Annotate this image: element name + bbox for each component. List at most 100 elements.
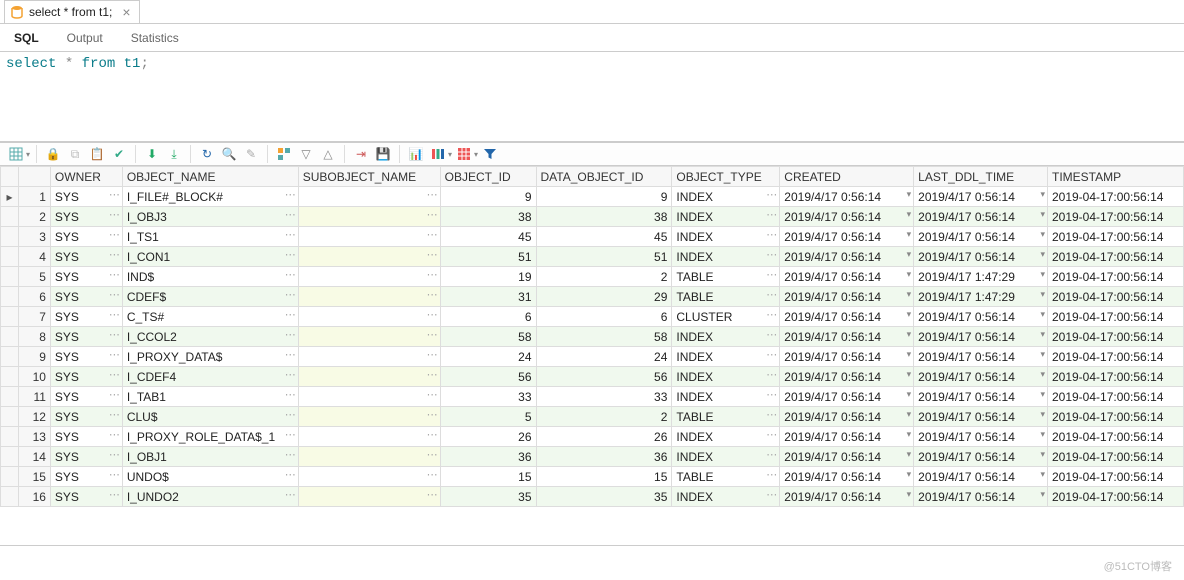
row-marker[interactable] bbox=[1, 467, 19, 487]
cell-object-type[interactable]: INDEX bbox=[672, 387, 780, 407]
table-row[interactable]: 16SYSI_UNDO23535INDEX2019/4/17 0:56:1420… bbox=[1, 487, 1184, 507]
cell-last-ddl-time[interactable]: 2019/4/17 0:56:14 bbox=[914, 247, 1048, 267]
cell-object-id[interactable]: 5 bbox=[440, 407, 536, 427]
save-icon[interactable]: 💾 bbox=[373, 144, 393, 164]
cell-data-object-id[interactable]: 24 bbox=[536, 347, 672, 367]
cell-subobject-name[interactable] bbox=[298, 467, 440, 487]
cell-object-name[interactable]: I_TS1 bbox=[122, 227, 298, 247]
lock-icon[interactable]: 🔒 bbox=[43, 144, 63, 164]
cell-subobject-name[interactable] bbox=[298, 387, 440, 407]
tab-statistics[interactable]: Statistics bbox=[117, 24, 193, 52]
table-row[interactable]: 7SYSC_TS#66CLUSTER2019/4/17 0:56:142019/… bbox=[1, 307, 1184, 327]
table-row[interactable]: 14SYSI_OBJ13636INDEX2019/4/17 0:56:14201… bbox=[1, 447, 1184, 467]
cell-timestamp[interactable]: 2019-04-17:00:56:14 bbox=[1047, 307, 1183, 327]
row-marker[interactable] bbox=[1, 427, 19, 447]
cell-created[interactable]: 2019/4/17 0:56:14 bbox=[780, 367, 914, 387]
cell-last-ddl-time[interactable]: 2019/4/17 0:56:14 bbox=[914, 407, 1048, 427]
col-rownum[interactable] bbox=[18, 167, 50, 187]
cell-created[interactable]: 2019/4/17 0:56:14 bbox=[780, 327, 914, 347]
paste-icon[interactable]: 📋 bbox=[87, 144, 107, 164]
cell-owner[interactable]: SYS bbox=[50, 207, 122, 227]
row-marker[interactable]: ▸ bbox=[1, 187, 19, 207]
table-row[interactable]: 12SYSCLU$52TABLE2019/4/17 0:56:142019/4/… bbox=[1, 407, 1184, 427]
columns-icon[interactable] bbox=[428, 144, 448, 164]
cell-data-object-id[interactable]: 6 bbox=[536, 307, 672, 327]
find-icon[interactable]: 🔍 bbox=[219, 144, 239, 164]
row-marker[interactable] bbox=[1, 307, 19, 327]
cell-object-id[interactable]: 45 bbox=[440, 227, 536, 247]
cell-data-object-id[interactable]: 26 bbox=[536, 427, 672, 447]
col-object-id[interactable]: OBJECT_ID bbox=[440, 167, 536, 187]
cell-created[interactable]: 2019/4/17 0:56:14 bbox=[780, 247, 914, 267]
results-grid-wrap[interactable]: OWNER OBJECT_NAME SUBOBJECT_NAME OBJECT_… bbox=[0, 166, 1184, 546]
grid-options-icon[interactable] bbox=[6, 144, 26, 164]
cell-owner[interactable]: SYS bbox=[50, 287, 122, 307]
cell-created[interactable]: 2019/4/17 0:56:14 bbox=[780, 407, 914, 427]
table-row[interactable]: 6SYSCDEF$3129TABLE2019/4/17 0:56:142019/… bbox=[1, 287, 1184, 307]
cell-last-ddl-time[interactable]: 2019/4/17 0:56:14 bbox=[914, 447, 1048, 467]
export-icon[interactable]: ⇥ bbox=[351, 144, 371, 164]
cell-last-ddl-time[interactable]: 2019/4/17 0:56:14 bbox=[914, 227, 1048, 247]
table-row[interactable]: 4SYSI_CON15151INDEX2019/4/17 0:56:142019… bbox=[1, 247, 1184, 267]
sql-editor[interactable]: select * from t1; bbox=[0, 52, 1184, 142]
cell-created[interactable]: 2019/4/17 0:56:14 bbox=[780, 387, 914, 407]
cell-last-ddl-time[interactable]: 2019/4/17 0:56:14 bbox=[914, 307, 1048, 327]
table-row[interactable]: 5SYSIND$192TABLE2019/4/17 0:56:142019/4/… bbox=[1, 267, 1184, 287]
cell-data-object-id[interactable]: 45 bbox=[536, 227, 672, 247]
col-last-ddl-time[interactable]: LAST_DDL_TIME bbox=[914, 167, 1048, 187]
row-marker[interactable] bbox=[1, 487, 19, 507]
cell-last-ddl-time[interactable]: 2019/4/17 0:56:14 bbox=[914, 467, 1048, 487]
table-row[interactable]: 2SYSI_OBJ33838INDEX2019/4/17 0:56:142019… bbox=[1, 207, 1184, 227]
cell-object-type[interactable]: INDEX bbox=[672, 427, 780, 447]
cell-subobject-name[interactable] bbox=[298, 347, 440, 367]
edit-icon[interactable]: ✎ bbox=[241, 144, 261, 164]
cell-data-object-id[interactable]: 36 bbox=[536, 447, 672, 467]
cell-object-id[interactable]: 35 bbox=[440, 487, 536, 507]
cell-last-ddl-time[interactable]: 2019/4/17 0:56:14 bbox=[914, 187, 1048, 207]
row-marker[interactable] bbox=[1, 287, 19, 307]
cell-owner[interactable]: SYS bbox=[50, 347, 122, 367]
editor-tab[interactable]: select * from t1; × bbox=[4, 0, 140, 23]
chart-icon[interactable]: 📊 bbox=[406, 144, 426, 164]
row-marker[interactable] bbox=[1, 207, 19, 227]
cell-subobject-name[interactable] bbox=[298, 367, 440, 387]
row-marker[interactable] bbox=[1, 367, 19, 387]
cell-owner[interactable]: SYS bbox=[50, 327, 122, 347]
query-builder-icon[interactable] bbox=[274, 144, 294, 164]
cell-owner[interactable]: SYS bbox=[50, 427, 122, 447]
cell-object-id[interactable]: 51 bbox=[440, 247, 536, 267]
row-marker[interactable] bbox=[1, 347, 19, 367]
cell-owner[interactable]: SYS bbox=[50, 227, 122, 247]
cell-object-id[interactable]: 26 bbox=[440, 427, 536, 447]
cell-last-ddl-time[interactable]: 2019/4/17 0:56:14 bbox=[914, 207, 1048, 227]
cell-timestamp[interactable]: 2019-04-17:00:56:14 bbox=[1047, 207, 1183, 227]
fetch-all-icon[interactable]: ⤓ bbox=[164, 144, 184, 164]
row-marker[interactable] bbox=[1, 447, 19, 467]
cell-created[interactable]: 2019/4/17 0:56:14 bbox=[780, 187, 914, 207]
cell-timestamp[interactable]: 2019-04-17:00:56:14 bbox=[1047, 427, 1183, 447]
tab-sql[interactable]: SQL bbox=[0, 24, 53, 52]
cell-created[interactable]: 2019/4/17 0:56:14 bbox=[780, 347, 914, 367]
cell-owner[interactable]: SYS bbox=[50, 187, 122, 207]
cell-owner[interactable]: SYS bbox=[50, 367, 122, 387]
cell-data-object-id[interactable]: 33 bbox=[536, 387, 672, 407]
cell-object-name[interactable]: IND$ bbox=[122, 267, 298, 287]
cell-subobject-name[interactable] bbox=[298, 427, 440, 447]
cell-object-type[interactable]: INDEX bbox=[672, 207, 780, 227]
cell-data-object-id[interactable]: 2 bbox=[536, 407, 672, 427]
cell-last-ddl-time[interactable]: 2019/4/17 0:56:14 bbox=[914, 367, 1048, 387]
grid-view-icon[interactable] bbox=[454, 144, 474, 164]
cell-object-id[interactable]: 9 bbox=[440, 187, 536, 207]
cell-subobject-name[interactable] bbox=[298, 287, 440, 307]
cell-object-type[interactable]: INDEX bbox=[672, 347, 780, 367]
row-marker[interactable] bbox=[1, 407, 19, 427]
col-object-type[interactable]: OBJECT_TYPE bbox=[672, 167, 780, 187]
cell-object-id[interactable]: 6 bbox=[440, 307, 536, 327]
cell-object-type[interactable]: INDEX bbox=[672, 227, 780, 247]
cell-object-name[interactable]: I_FILE#_BLOCK# bbox=[122, 187, 298, 207]
cell-object-name[interactable]: I_TAB1 bbox=[122, 387, 298, 407]
close-icon[interactable]: × bbox=[122, 5, 130, 19]
cell-created[interactable]: 2019/4/17 0:56:14 bbox=[780, 447, 914, 467]
col-subobject-name[interactable]: SUBOBJECT_NAME bbox=[298, 167, 440, 187]
col-data-object-id[interactable]: DATA_OBJECT_ID bbox=[536, 167, 672, 187]
